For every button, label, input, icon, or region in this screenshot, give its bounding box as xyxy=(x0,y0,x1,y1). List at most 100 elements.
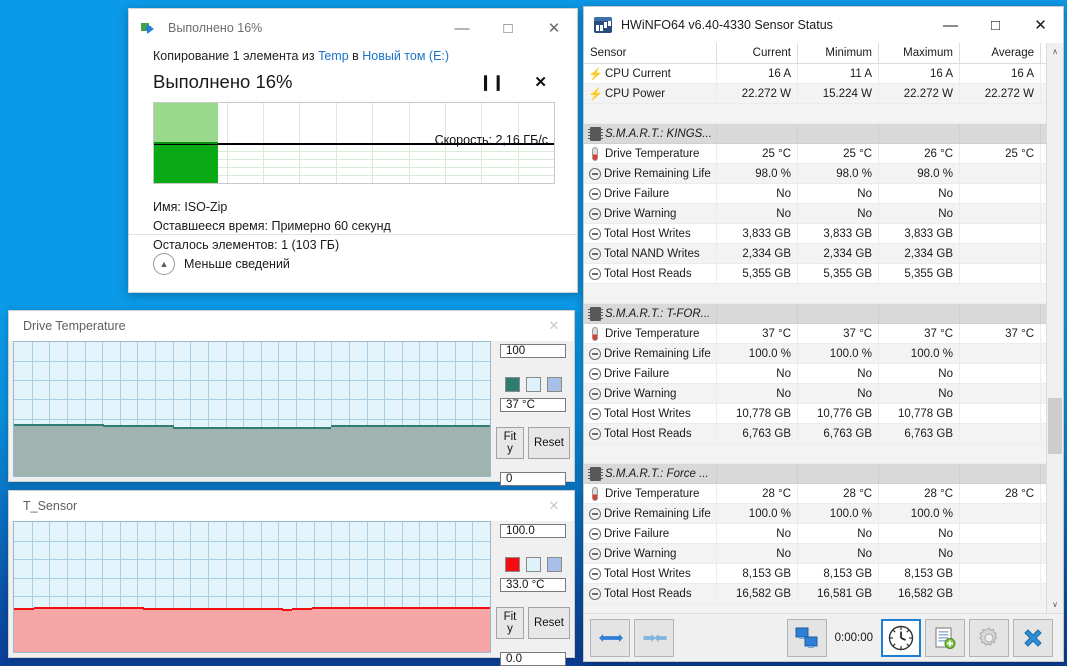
copy-info-name-value: ISO-Zip xyxy=(184,200,228,214)
scroll-up-arrow-icon[interactable]: ∧ xyxy=(1047,43,1063,60)
table-group-header[interactable]: S.M.A.R.T.: Force ... xyxy=(584,463,1046,484)
drive-temp-reset-button[interactable]: Reset xyxy=(527,427,570,459)
table-row[interactable]: Total NAND Writes 2,334 GB 2,334 GB 2,334 G… xyxy=(584,243,1046,264)
cell-average xyxy=(960,223,1041,244)
hwinfo-close-button[interactable]: ✕ xyxy=(1018,7,1063,43)
scroll-down-arrow-icon[interactable]: ∨ xyxy=(1047,596,1063,613)
column-header-minimum[interactable]: Minimum xyxy=(798,43,879,64)
thermometer-icon xyxy=(592,146,598,161)
remote-monitoring-button[interactable] xyxy=(786,618,827,657)
table-row[interactable]: Drive Remaining Life 100.0 % 100.0 % 100.0 … xyxy=(584,503,1046,524)
cell-maximum: 6,763 GB xyxy=(879,423,960,444)
drive-temp-min-field[interactable]: 0 xyxy=(500,472,566,486)
copy-minimize-button[interactable]: — xyxy=(439,9,485,47)
cell-minimum: No xyxy=(798,543,879,564)
less-details-link[interactable]: Меньше сведений xyxy=(184,257,290,271)
settings-button[interactable] xyxy=(969,618,1009,657)
hwinfo-maximize-button[interactable]: □ xyxy=(973,7,1018,43)
drive-temp-fit-y-button[interactable]: Fit y xyxy=(496,427,524,459)
table-row[interactable]: Drive Temperature 28 °C 28 °C 28 °C 28 °C xyxy=(584,483,1046,504)
copy-maximize-button[interactable]: □ xyxy=(485,9,531,47)
table-row[interactable]: Total Host Reads 5,355 GB 5,355 GB 5,355 GB xyxy=(584,263,1046,284)
expand-all-button[interactable]: ⬅➡ xyxy=(590,618,630,657)
hwinfo-minimize-button[interactable]: — xyxy=(928,7,973,43)
table-row[interactable]: Drive Failure No No No xyxy=(584,523,1046,544)
drive-temp-value-field[interactable]: 37 °C xyxy=(500,398,566,412)
grid-color-swatch[interactable] xyxy=(546,557,562,572)
table-row[interactable]: Total Host Writes 3,833 GB 3,833 GB 3,833 G… xyxy=(584,223,1046,244)
table-row[interactable]: Drive Failure No No No xyxy=(584,363,1046,384)
sensor-name: Total Host Writes xyxy=(604,227,691,240)
drive-temp-titlebar[interactable]: Drive Temperature ✕ xyxy=(9,311,574,341)
grid-color-swatch[interactable] xyxy=(546,377,562,392)
t-sensor-min-field[interactable]: 0.0 xyxy=(500,652,566,666)
group-empty-cell xyxy=(879,123,960,144)
column-header-average[interactable]: Average xyxy=(960,43,1041,64)
copy-source-destination-line: Копирование 1 элемента из Temp в Новый т… xyxy=(153,49,555,63)
gauge-icon xyxy=(589,208,601,220)
copy-progress-headline: Выполнено 16% xyxy=(153,71,293,92)
table-row[interactable]: Drive Temperature 37 °C 37 °C 37 °C 37 °C xyxy=(584,323,1046,344)
sensor-name: Total Host Reads xyxy=(604,427,692,440)
t-sensor-titlebar[interactable]: T_Sensor ✕ xyxy=(9,491,574,521)
t-sensor-close-button[interactable]: ✕ xyxy=(534,491,574,521)
cell-minimum: 5,355 GB xyxy=(798,263,879,284)
cell-minimum: 11 A xyxy=(798,64,879,84)
collapse-all-button[interactable]: ➡⬅ xyxy=(634,618,674,657)
cell-current: No xyxy=(717,203,798,224)
hwinfo-toolbar: ⬅➡ ➡⬅ 0:00:00 xyxy=(584,613,1063,661)
table-row[interactable]: Total Host Writes 10,778 GB 10,776 GB 10,77… xyxy=(584,403,1046,424)
table-row[interactable]: Total Host Writes 8,153 GB 8,153 GB 8,153 G… xyxy=(584,563,1046,584)
cancel-copy-button[interactable]: ✕ xyxy=(534,73,547,91)
pause-button[interactable]: ❙❙ xyxy=(479,73,504,91)
cell-maximum: No xyxy=(879,543,960,564)
table-row[interactable]: Total Host Reads 6,763 GB 6,763 GB 6,763 GB xyxy=(584,423,1046,444)
copy-close-button[interactable]: ✕ xyxy=(531,9,577,47)
table-row[interactable]: Drive Remaining Life 98.0 % 98.0 % 98.0 % xyxy=(584,163,1046,184)
table-row[interactable]: Drive Failure No No No xyxy=(584,183,1046,204)
series-color-swatch[interactable] xyxy=(504,557,520,572)
table-group-header[interactable]: S.M.A.R.T.: T-FOR... xyxy=(584,303,1046,324)
table-row[interactable]: Total Host Reads 16,582 GB 16,581 GB 16,582… xyxy=(584,583,1046,604)
gauge-icon xyxy=(589,168,601,180)
background-color-swatch[interactable] xyxy=(525,377,541,392)
group-empty-cell xyxy=(960,463,1041,484)
clock-toggle-button[interactable] xyxy=(881,618,921,657)
copy-speed-label: Скорость: 2,16 ГБ/с xyxy=(434,133,548,147)
series-color-swatch[interactable] xyxy=(504,377,520,392)
copy-dialog-titlebar[interactable]: Выполнено 16% — □ ✕ xyxy=(129,9,577,47)
t-sensor-value-field[interactable]: 33.0 °C xyxy=(500,578,566,592)
chevron-up-icon[interactable]: ▲ xyxy=(153,252,175,275)
copy-destination-link[interactable]: Новый том (E:) xyxy=(362,49,449,63)
cell-current: 98.0 % xyxy=(717,163,798,184)
t-sensor-max-field[interactable]: 100.0 xyxy=(500,524,566,538)
add-logging-button[interactable] xyxy=(925,618,965,657)
drive-temp-max-field[interactable]: 100 xyxy=(500,344,566,358)
column-header-current[interactable]: Current xyxy=(717,43,798,64)
table-row[interactable]: Drive Remaining Life 100.0 % 100.0 % 100.0 … xyxy=(584,343,1046,364)
column-header-maximum[interactable]: Maximum xyxy=(879,43,960,64)
background-color-swatch[interactable] xyxy=(525,557,541,572)
copy-source-link[interactable]: Temp xyxy=(318,49,349,63)
table-row[interactable]: Drive Temperature 25 °C 25 °C 26 °C 25 °C xyxy=(584,143,1046,164)
table-row[interactable]: ⚡ CPU Power 22.272 W 15.224 W 22.272 W 22.272… xyxy=(584,83,1046,104)
copy-graph-fill-upper xyxy=(154,103,218,143)
scrollbar-thumb[interactable] xyxy=(1048,398,1062,454)
table-row[interactable]: Drive Warning No No No xyxy=(584,543,1046,564)
hwinfo-titlebar[interactable]: HWiNFO64 v6.40-4330 Sensor Status — □ ✕ xyxy=(584,7,1063,43)
table-group-header[interactable]: S.M.A.R.T.: KINGS... xyxy=(584,123,1046,144)
t-sensor-fit-y-button[interactable]: Fit y xyxy=(496,607,524,639)
close-window-button[interactable] xyxy=(1013,618,1053,657)
sensor-name: Total Host Reads xyxy=(604,587,692,600)
column-header-sensor[interactable]: Sensor xyxy=(584,43,717,64)
table-row[interactable]: Drive Warning No No No xyxy=(584,383,1046,404)
table-row[interactable]: ⚡ CPU Current 16 A 11 A 16 A 16 A xyxy=(584,64,1046,84)
t-sensor-graph-window: T_Sensor ✕ 100.0 33.0 °C Fit y Reset 0.0 xyxy=(8,490,575,666)
cell-current: No xyxy=(717,363,798,384)
gauge-icon xyxy=(589,508,601,520)
t-sensor-reset-button[interactable]: Reset xyxy=(527,607,570,639)
cell-current: 2,334 GB xyxy=(717,243,798,264)
hwinfo-vertical-scrollbar[interactable]: ∧ ∨ xyxy=(1046,43,1063,613)
table-row[interactable]: Drive Warning No No No xyxy=(584,203,1046,224)
drive-temp-close-button[interactable]: ✕ xyxy=(534,311,574,341)
